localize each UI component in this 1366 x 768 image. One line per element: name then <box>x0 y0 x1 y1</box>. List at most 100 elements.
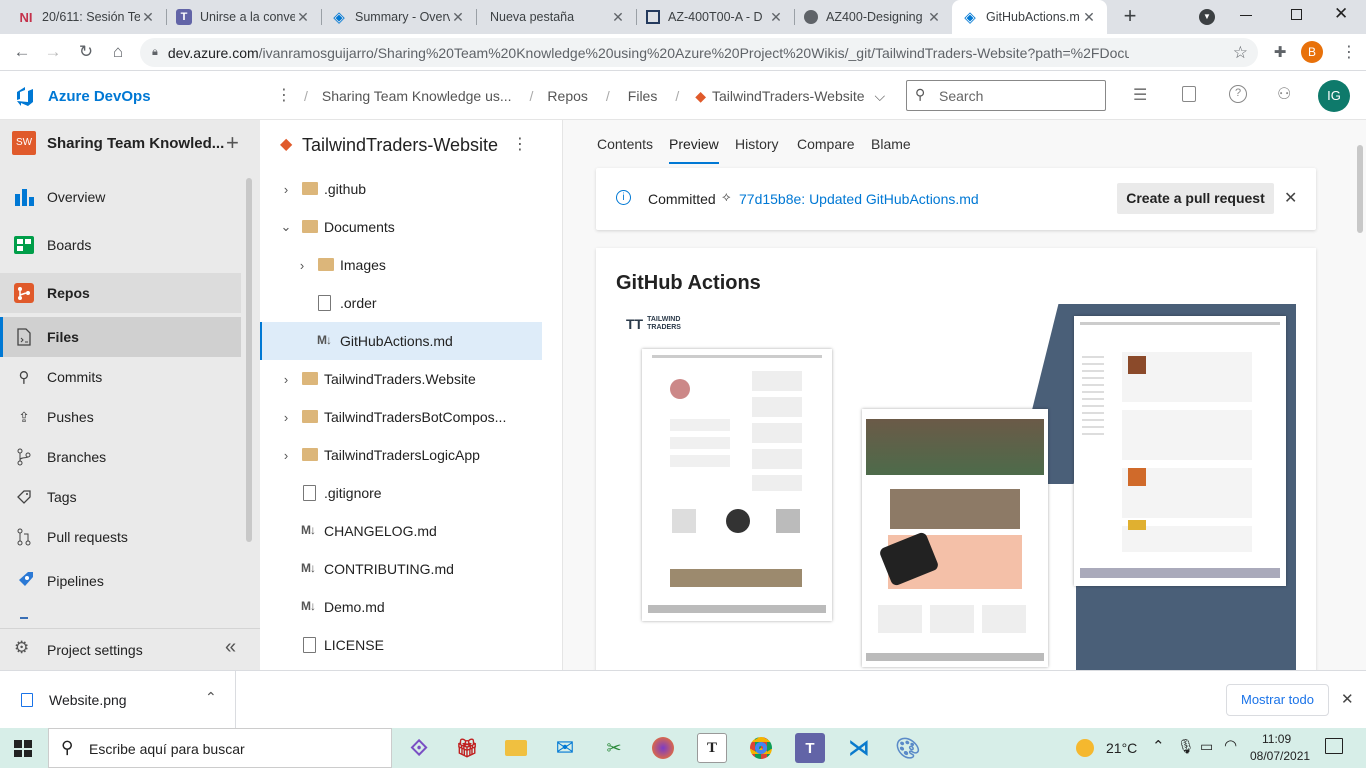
clock-date[interactable]: 08/07/2021 <box>1250 749 1310 763</box>
breadcrumb-repos[interactable]: Repos <box>547 88 587 105</box>
file-explorer-icon[interactable] <box>501 733 531 763</box>
tree-item[interactable]: › Images <box>260 246 542 284</box>
microphone-icon[interactable]: 🎙︎ <box>1177 738 1195 755</box>
reload-button[interactable]: ↻ <box>73 40 99 64</box>
create-pull-request-button[interactable]: Create a pull request <box>1117 183 1274 214</box>
chevron-right-icon[interactable]: › <box>296 258 308 273</box>
repo-name[interactable]: TailwindTraders-Website <box>302 135 498 156</box>
tree-item[interactable]: › .github <box>260 170 542 208</box>
tab-history[interactable]: History <box>735 136 779 152</box>
browser-tab[interactable]: AZ-400T00-A - D ✕ <box>636 0 794 34</box>
snip-tool-icon[interactable]: ✂ <box>599 733 629 763</box>
gift-icon[interactable]: 🎁︎ <box>452 733 482 763</box>
repo-more-icon[interactable]: ⋮ <box>512 134 528 154</box>
tree-item-selected[interactable]: M↓ GitHubActions.md <box>260 322 542 360</box>
search-box[interactable]: ⚲ Search <box>906 80 1106 111</box>
chevron-right-icon[interactable]: › <box>280 372 292 387</box>
chevron-right-icon[interactable]: › <box>280 448 292 463</box>
breadcrumb-repo[interactable]: TailwindTraders-Website <box>712 88 865 105</box>
breadcrumb-files[interactable]: Files <box>628 88 658 105</box>
sidebar-item-boards[interactable]: Boards <box>0 225 241 265</box>
project-header[interactable]: SW Sharing Team Knowled... + <box>0 120 260 168</box>
sidebar-item-tags[interactable]: Tags <box>0 477 241 517</box>
home-button[interactable]: ⌂ <box>105 40 131 64</box>
wifi-icon[interactable]: ◠ <box>1224 736 1237 754</box>
user-avatar[interactable]: IG <box>1318 80 1350 112</box>
browser-tab[interactable]: T Unirse a la conve ✕ <box>166 0 321 34</box>
close-tab-icon[interactable]: ✕ <box>140 9 156 26</box>
taskbar-search-box[interactable]: ⚲ Escribe aquí para buscar <box>48 728 392 768</box>
tree-item[interactable]: M↓ CONTRIBUTING.md <box>260 550 542 588</box>
chevron-right-icon[interactable]: › <box>280 410 292 425</box>
browser-tab[interactable]: Nueva pestaña ✕ <box>476 0 636 34</box>
close-download-bar-icon[interactable]: ✕ <box>1341 690 1354 708</box>
sidebar-item-pipelines[interactable]: Pipelines <box>0 561 241 601</box>
add-icon[interactable]: + <box>226 130 239 156</box>
tab-contents[interactable]: Contents <box>597 136 653 152</box>
firefox-icon[interactable] <box>648 733 678 763</box>
close-tab-icon[interactable]: ✕ <box>610 9 626 26</box>
sidebar-item-files[interactable]: Files <box>0 317 241 357</box>
tab-blame[interactable]: Blame <box>871 136 911 152</box>
close-tab-icon[interactable]: ✕ <box>768 9 784 26</box>
tree-item[interactable]: LICENSE <box>260 626 542 664</box>
task-list-icon[interactable]: ☰ <box>1133 85 1147 105</box>
repo-header[interactable]: ◆ TailwindTraders-Website ⋮ <box>260 120 562 170</box>
close-window-button[interactable]: ✕ <box>1334 4 1348 24</box>
visual-studio-icon[interactable]: ⟐ <box>404 733 434 763</box>
tab-preview[interactable]: Preview <box>669 136 719 152</box>
notification-icon[interactable] <box>1325 738 1343 754</box>
browser-tab[interactable]: NI 20/611: Sesión Te ✕ <box>8 0 166 34</box>
help-icon[interactable]: ? <box>1229 85 1247 103</box>
weather-sun-icon[interactable] <box>1076 739 1094 757</box>
content-scrollbar[interactable] <box>1357 145 1363 233</box>
clock-time[interactable]: 11:09 <box>1262 732 1291 746</box>
typora-icon[interactable]: T <box>697 733 727 763</box>
network-icon[interactable]: ▭ <box>1200 738 1213 755</box>
tree-item[interactable]: ⌄ Documents <box>260 208 542 246</box>
chevron-right-icon[interactable]: › <box>280 182 292 197</box>
close-tab-icon[interactable]: ✕ <box>926 9 942 26</box>
tab-compare[interactable]: Compare <box>797 136 855 152</box>
browser-tab[interactable]: ◈ Summary - Overv ✕ <box>321 0 476 34</box>
vscode-icon[interactable]: ⋊ <box>844 733 874 763</box>
tree-item[interactable]: .gitignore <box>260 474 542 512</box>
sidebar-item-pushes[interactable]: ⇪ Pushes <box>0 397 241 437</box>
menu-icon[interactable]: ⋮ <box>1336 40 1362 64</box>
mail-icon[interactable]: ✉ <box>550 733 580 763</box>
tree-item[interactable]: › TailwindTradersLogicApp <box>260 436 542 474</box>
browser-tab-active[interactable]: ◈ GitHubActions.m ✕ <box>952 0 1107 34</box>
chevron-down-icon[interactable]: ⌄ <box>280 219 292 235</box>
temperature[interactable]: 21°C <box>1106 740 1137 756</box>
tree-item[interactable]: M↓ Demo.md <box>260 588 542 626</box>
close-banner-icon[interactable]: ✕ <box>1284 188 1297 208</box>
user-settings-icon[interactable]: ⚇ <box>1277 84 1291 104</box>
maximize-button[interactable] <box>1291 9 1302 20</box>
minimize-button[interactable] <box>1240 15 1252 16</box>
forward-button[interactable]: → <box>40 40 66 64</box>
breadcrumb-project[interactable]: Sharing Team Knowledge us... <box>322 88 512 105</box>
more-options-icon[interactable]: ⋮ <box>276 85 292 105</box>
sidebar-item-branches[interactable]: Branches <box>0 437 241 477</box>
project-name[interactable]: Sharing Team Knowled... <box>47 135 224 152</box>
sidebar-item-pull-requests[interactable]: Pull requests <box>0 517 241 557</box>
windows-start-icon[interactable] <box>14 740 32 757</box>
brand-name[interactable]: Azure DevOps <box>48 88 151 105</box>
chrome-icon[interactable] <box>746 733 776 763</box>
tree-item[interactable]: M↓ CHANGELOG.md <box>260 512 542 550</box>
sidebar-scrollbar[interactable] <box>246 178 252 542</box>
tab-search-icon[interactable]: ▼ <box>1199 9 1215 25</box>
azure-devops-logo-icon[interactable] <box>13 85 35 107</box>
new-tab-button[interactable]: + <box>1118 4 1142 28</box>
tree-item[interactable]: › TailwindTradersBotCompos... <box>260 398 542 436</box>
marketplace-bag-icon[interactable] <box>1182 86 1196 102</box>
close-tab-icon[interactable]: ✕ <box>295 9 311 26</box>
project-settings-row[interactable]: ⚙ Project settings « <box>0 628 260 670</box>
back-button[interactable]: ← <box>9 40 35 64</box>
sidebar-item-overview[interactable]: Overview <box>0 177 241 217</box>
teams-icon[interactable]: T <box>795 733 825 763</box>
download-item[interactable]: Website.png ⌃ <box>0 671 236 728</box>
sidebar-item-repos[interactable]: Repos <box>0 273 241 313</box>
tree-item[interactable]: .order <box>260 284 542 322</box>
chevron-up-icon[interactable]: ⌃ <box>205 689 217 706</box>
